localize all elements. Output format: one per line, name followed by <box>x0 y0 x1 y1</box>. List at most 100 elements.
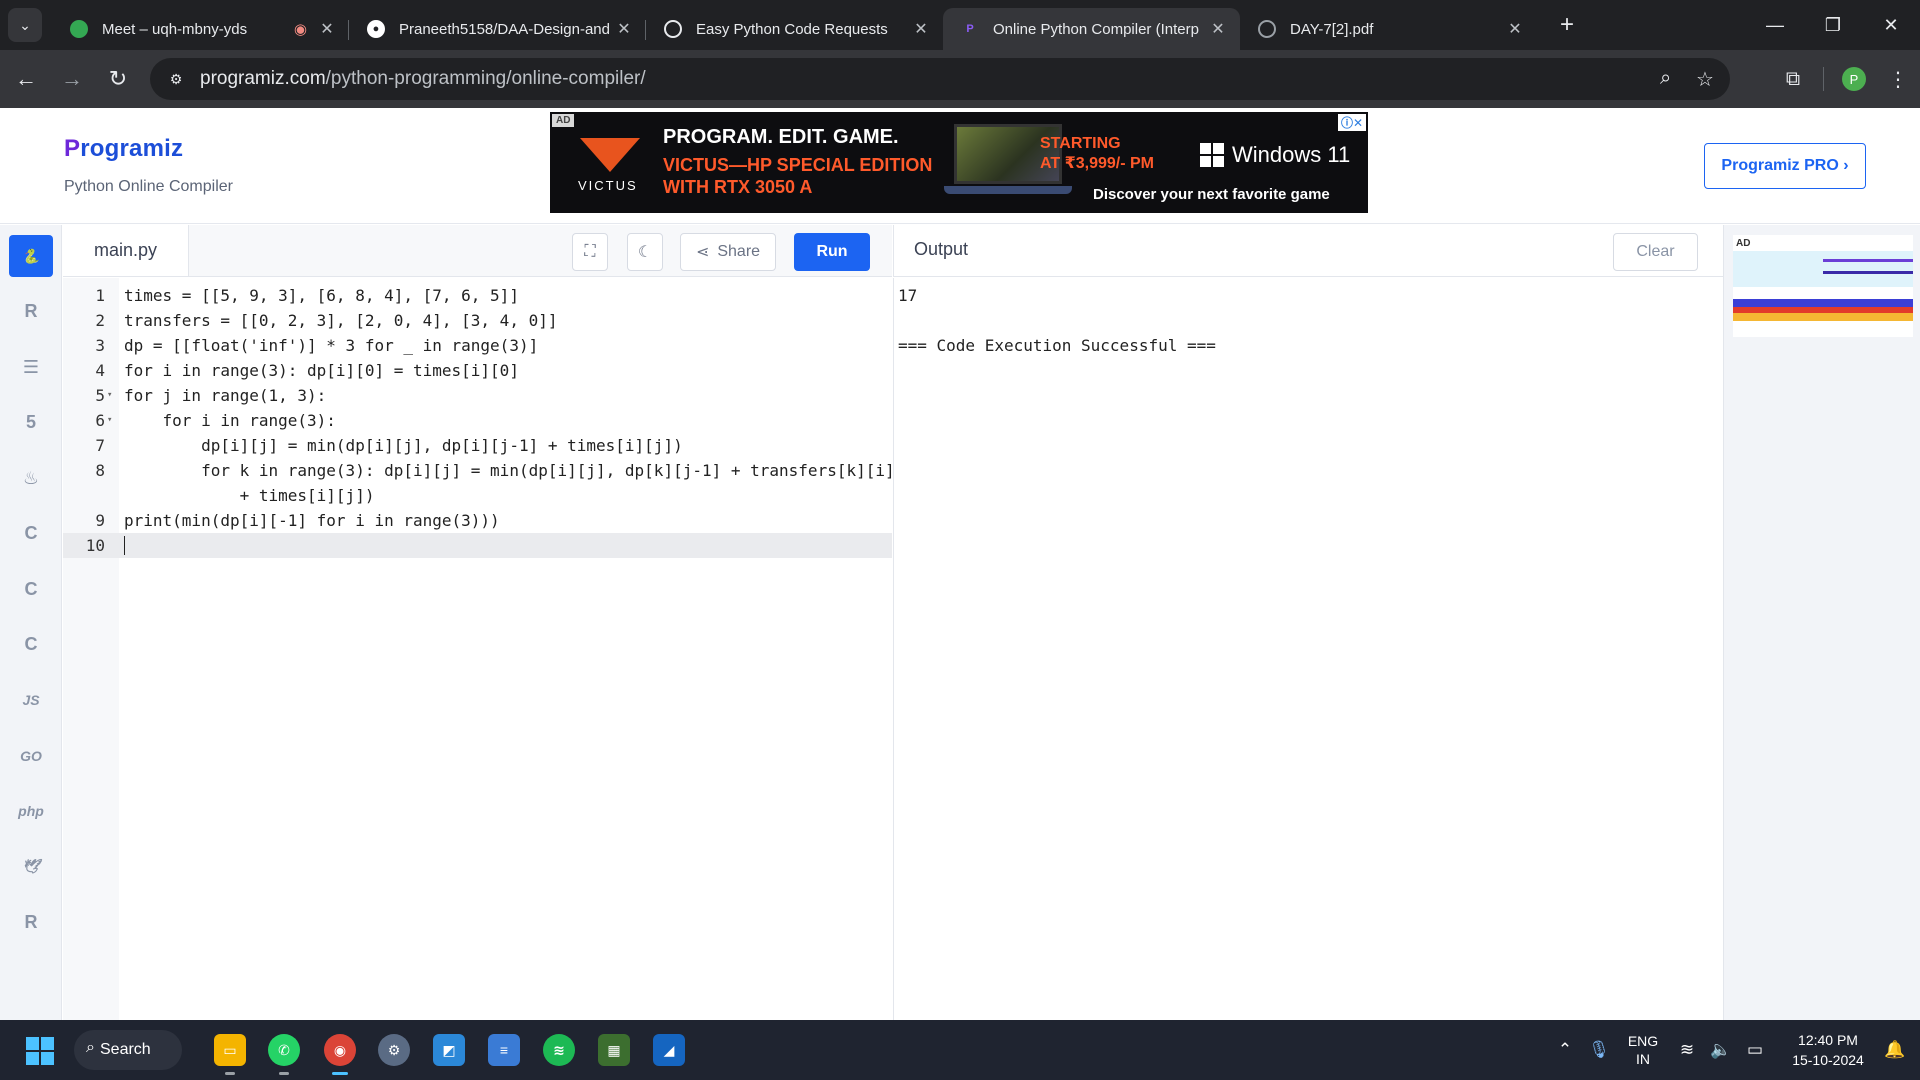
address-bar[interactable]: ⚙ programiz.com/python-programming/onlin… <box>150 58 1730 100</box>
html-icon[interactable]: 5 <box>9 402 53 444</box>
app-fin-icon[interactable]: ◢ <box>653 1034 685 1066</box>
line-number: 10 <box>85 536 105 555</box>
minimize-icon[interactable]: — <box>1746 0 1804 50</box>
more-menu-icon[interactable]: ⋮ <box>1876 67 1920 92</box>
editor-header: main.py ⛶ ☾ ⋖ Share Run <box>63 225 892 277</box>
share-button[interactable]: ⋖ Share <box>680 233 776 271</box>
close-tab-icon[interactable]: ✕ <box>614 19 634 39</box>
clear-button[interactable]: Clear <box>1613 233 1698 271</box>
tab-list: Meet – uqh-mbny-yds ◉ ✕ ● Praneeth5158/D… <box>52 0 1537 50</box>
programiz-logo[interactable]: Programiz <box>64 135 183 163</box>
tab-search-button[interactable]: ⌄ <box>8 8 42 42</box>
clock[interactable]: 12:40 PM 15-10-2024 <box>1778 1030 1878 1070</box>
code-line[interactable]: 10 <box>63 533 892 558</box>
line-number: 5 <box>95 386 105 405</box>
globe-icon <box>1258 20 1276 38</box>
profile-avatar[interactable]: P <box>1842 67 1866 91</box>
output-line: === Code Execution Successful === <box>898 336 1216 355</box>
close-window-icon[interactable]: ✕ <box>1862 0 1920 50</box>
chevron-up-icon[interactable]: ⌃ <box>1548 1040 1582 1060</box>
file-tab[interactable]: main.py <box>63 225 189 276</box>
browser-tab[interactable]: Meet – uqh-mbny-yds ◉ ✕ <box>52 8 349 50</box>
go-icon[interactable]: GO <box>9 735 53 777</box>
code-line[interactable]: 7 dp[i][j] = min(dp[i][j], dp[i][j-1] + … <box>63 433 892 458</box>
code-line[interactable]: 4 for i in range(3): dp[i][0] = times[i][… <box>63 358 892 383</box>
tab-title: Praneeth5158/DAA-Design-and <box>399 20 610 38</box>
ad-banner[interactable]: AD ⓘ✕ VICTUS PROGRAM. EDIT. GAME. VICTUS… <box>550 112 1368 213</box>
close-tab-icon[interactable]: ✕ <box>317 19 337 39</box>
swift-icon[interactable]: 🕊 <box>9 846 53 888</box>
rust-icon[interactable]: R <box>9 901 53 943</box>
browser-tab[interactable]: DAY-7[2].pdf ✕ <box>1240 8 1537 50</box>
sql-icon[interactable]: ☰ <box>9 346 53 388</box>
java-icon[interactable]: ♨ <box>9 457 53 499</box>
back-arrow-icon[interactable]: ← <box>6 59 46 99</box>
forward-arrow-icon[interactable]: → <box>52 59 92 99</box>
code-line[interactable]: 5 ▾ for j in range(1, 3): <box>63 383 892 408</box>
browser-tab[interactable]: Easy Python Code Requests ✕ <box>646 8 943 50</box>
restore-icon[interactable]: ❐ <box>1804 0 1862 50</box>
output-console[interactable]: 17 === Code Execution Successful === <box>893 278 1723 1020</box>
battery-icon[interactable]: ▭ <box>1738 1040 1772 1060</box>
zoom-icon[interactable]: ⌕ <box>1660 67 1671 90</box>
microphone-icon[interactable]: 🎙 <box>1582 1040 1616 1060</box>
r-icon[interactable]: R <box>9 291 53 333</box>
browser-tab[interactable]: ● Praneeth5158/DAA-Design-and ✕ <box>349 8 646 50</box>
close-tab-icon[interactable]: ✕ <box>1208 19 1228 39</box>
lang-code: ENG <box>1627 1033 1659 1049</box>
run-button[interactable]: Run <box>794 233 870 271</box>
ad-close-icon[interactable]: ⓘ✕ <box>1337 114 1366 131</box>
code-line[interactable]: 9 print(min(dp[i][-1] for i in range(3))) <box>63 508 892 533</box>
whatsapp-icon[interactable]: ✆ <box>268 1034 300 1075</box>
window-controls: — ❐ ✕ <box>1746 0 1920 50</box>
js-icon[interactable]: JS <box>9 679 53 721</box>
fold-arrow-icon[interactable]: ▾ <box>107 408 112 433</box>
bookmark-star-icon[interactable]: ☆ <box>1696 67 1714 92</box>
extensions-icon[interactable]: ⧉ <box>1771 68 1815 91</box>
fullscreen-icon[interactable]: ⛶ <box>572 233 608 271</box>
photos-icon[interactable]: ◩ <box>433 1034 465 1066</box>
code-line[interactable]: 2 transfers = [[0, 2, 3], [2, 0, 4], [3, … <box>63 308 892 333</box>
csharp-icon[interactable]: C <box>9 624 53 666</box>
php-icon[interactable]: php <box>9 790 53 832</box>
cpp-icon[interactable]: C <box>9 568 53 610</box>
code-editor[interactable]: 1 times = [[5, 9, 3], [6, 8, 4], [7, 6, 5… <box>63 278 895 1020</box>
programiz-pro-button[interactable]: Programiz PRO › <box>1704 143 1866 189</box>
volume-icon[interactable]: 🔈 <box>1704 1040 1738 1060</box>
code-line[interactable]: 6 ▾ for i in range(3): <box>63 408 892 433</box>
chrome-icon[interactable]: ◉ <box>324 1034 356 1075</box>
wifi-icon[interactable]: ≋ <box>1670 1040 1704 1060</box>
spotify-icon[interactable]: ≋ <box>543 1034 575 1066</box>
ad-brand: VICTUS <box>578 178 638 193</box>
reload-icon[interactable]: ↻ <box>98 59 138 99</box>
code-text: times = [[5, 9, 3], [6, 8, 4], [7, 6, 5]… <box>124 286 519 305</box>
logo-text: rogramiz <box>80 135 184 162</box>
code-line[interactable]: 1 times = [[5, 9, 3], [6, 8, 4], [7, 6, 5… <box>63 283 892 308</box>
close-tab-icon[interactable]: ✕ <box>911 19 931 39</box>
c-icon[interactable]: C <box>9 513 53 555</box>
dark-mode-moon-icon[interactable]: ☾ <box>627 233 663 271</box>
share-icon: ⋖ <box>695 244 710 261</box>
tab-title: Online Python Compiler (Interp <box>993 20 1199 38</box>
code-line[interactable]: 3 dp = [[float('inf')] * 3 for _ in range… <box>63 333 892 358</box>
code-text: for j in range(1, 3): <box>124 386 327 405</box>
settings-gear-icon[interactable]: ⚙ <box>378 1034 410 1066</box>
code-line[interactable]: + times[i][j]) <box>63 483 892 508</box>
file-explorer-icon[interactable]: ▭ <box>214 1034 246 1075</box>
browser-tab-active[interactable]: P Online Python Compiler (Interp ✕ <box>943 8 1240 50</box>
site-info-icon[interactable]: ⚙ <box>156 71 196 88</box>
minecraft-icon[interactable]: ▦ <box>598 1034 630 1066</box>
taskbar-search[interactable]: ⌕ Search <box>74 1030 182 1070</box>
side-ad[interactable]: AD <box>1733 235 1913 337</box>
windows-start-icon[interactable] <box>26 1037 54 1065</box>
url-path: /python-programming/online-compiler/ <box>325 68 646 89</box>
notification-bell-icon[interactable]: 🔔 <box>1878 1040 1912 1060</box>
code-line[interactable]: 8 for k in range(3): dp[i][j] = min(dp[i… <box>63 458 894 483</box>
close-tab-icon[interactable]: ✕ <box>1505 19 1525 39</box>
language-indicator[interactable]: ENG IN <box>1616 1032 1670 1068</box>
new-tab-button[interactable]: + <box>1549 7 1585 43</box>
fold-arrow-icon[interactable]: ▾ <box>107 383 112 408</box>
python-icon[interactable]: 🐍 <box>9 235 53 277</box>
output-header: Output Clear <box>893 225 1723 277</box>
notepad-icon[interactable]: ≡ <box>488 1034 520 1066</box>
